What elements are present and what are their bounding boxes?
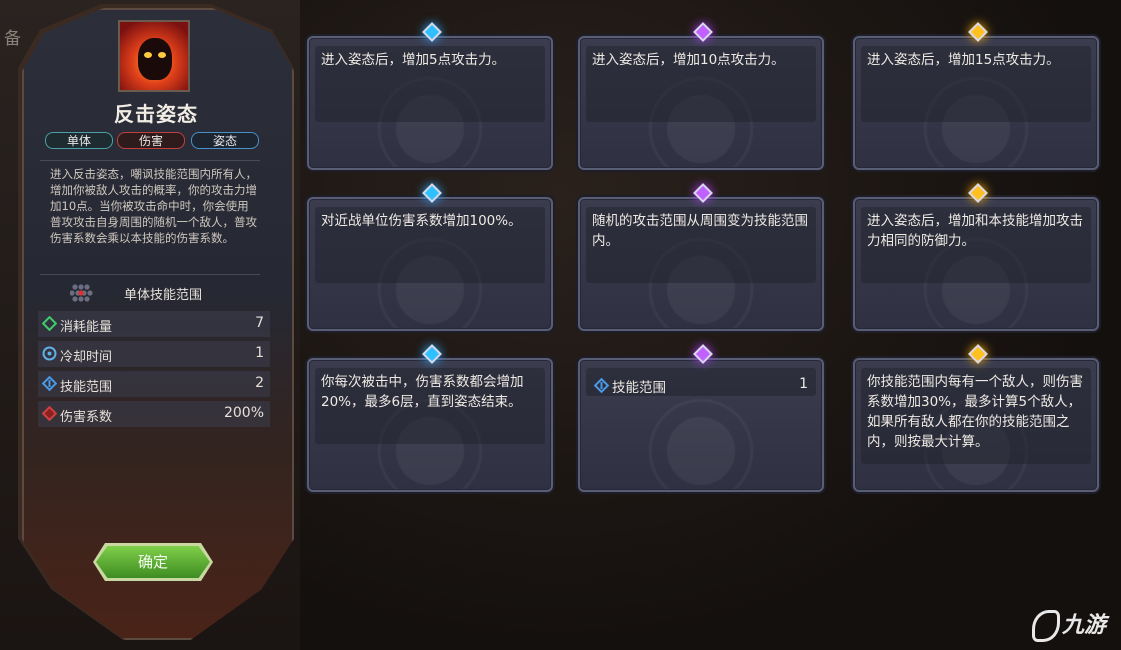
range-icon bbox=[42, 376, 57, 391]
stat-value: 200% bbox=[223, 405, 264, 421]
upgrade-text: 你每次被击中，伤害系数都会增加20%，最多6层，直到姿态结束。 bbox=[321, 374, 524, 410]
upgrade-stat-value: 1 bbox=[799, 376, 808, 392]
upgrade-card[interactable]: 对近战单位伤害系数增加100%。 bbox=[307, 197, 553, 331]
stat-value: 7 bbox=[255, 315, 264, 331]
upgrade-card[interactable]: 进入姿态后，增加5点攻击力。 bbox=[307, 36, 553, 170]
upgrade-card[interactable]: 进入姿态后，增加和本技能增加攻击力相同的防御力。 bbox=[853, 197, 1099, 331]
stat-label: 冷却时间 bbox=[60, 350, 113, 365]
watermark-logo: 九游 bbox=[1032, 607, 1106, 642]
range-label: 单体技能范围 bbox=[124, 288, 203, 303]
stat-row-energy: 消耗能量 7 bbox=[38, 311, 270, 337]
tag-stance: 姿态 bbox=[191, 132, 259, 149]
upgrade-card[interactable]: 随机的攻击范围从周围变为技能范围内。 bbox=[578, 197, 824, 331]
cooldown-icon bbox=[42, 346, 57, 361]
upgrade-text: 进入姿态后，增加10点攻击力。 bbox=[592, 52, 785, 68]
range-icon bbox=[594, 378, 609, 393]
stat-row-damage: 伤害系数 200% bbox=[38, 401, 270, 427]
damage-icon bbox=[42, 406, 57, 421]
upgrade-card[interactable]: 你技能范围内每有一个敌人，则伤害系数增加30%，最多计算5个敌人，如果所有敌人都… bbox=[853, 358, 1099, 492]
stat-label: 消耗能量 bbox=[60, 320, 113, 335]
hex-range-icon bbox=[70, 284, 93, 302]
energy-icon bbox=[42, 316, 57, 331]
background-menu-text: 备 bbox=[4, 29, 21, 49]
confirm-button[interactable]: 确定 bbox=[96, 546, 210, 578]
upgrade-card[interactable]: 进入姿态后，增加10点攻击力。 bbox=[578, 36, 824, 170]
divider bbox=[40, 274, 260, 275]
stat-label: 伤害系数 bbox=[60, 410, 113, 425]
upgrade-text: 随机的攻击范围从周围变为技能范围内。 bbox=[592, 213, 808, 249]
tag-single: 单体 bbox=[45, 132, 113, 149]
stat-value: 2 bbox=[255, 375, 264, 391]
upgrade-stat-label: 技能范围 bbox=[612, 380, 666, 396]
tag-damage: 伤害 bbox=[117, 132, 185, 149]
stat-row-cooldown: 冷却时间 1 bbox=[38, 341, 270, 367]
upgrade-text: 进入姿态后，增加15点攻击力。 bbox=[867, 52, 1060, 68]
upgrade-text: 对近战单位伤害系数增加100%。 bbox=[321, 213, 522, 229]
stat-label: 技能范围 bbox=[60, 380, 113, 395]
upgrade-card[interactable]: 你每次被击中，伤害系数都会增加20%，最多6层，直到姿态结束。 bbox=[307, 358, 553, 492]
skill-description: 进入反击姿态，嘲讽技能范围内所有人，增加你被敌人攻击的概率，你的攻击力增加10点… bbox=[50, 167, 257, 245]
logo-icon bbox=[1032, 610, 1060, 642]
skill-portrait bbox=[118, 20, 190, 92]
divider bbox=[40, 160, 260, 161]
upgrade-text: 进入姿态后，增加和本技能增加攻击力相同的防御力。 bbox=[867, 213, 1083, 249]
skill-title: 反击姿态 bbox=[114, 102, 198, 126]
upgrade-card[interactable]: 技能范围 1 bbox=[578, 358, 824, 492]
upgrade-card[interactable]: 进入姿态后，增加15点攻击力。 bbox=[853, 36, 1099, 170]
flame-demon-icon bbox=[138, 38, 172, 80]
stat-row-range: 技能范围 2 bbox=[38, 371, 270, 397]
upgrade-text: 你技能范围内每有一个敌人，则伤害系数增加30%，最多计算5个敌人，如果所有敌人都… bbox=[867, 374, 1083, 450]
upgrade-text: 进入姿态后，增加5点攻击力。 bbox=[321, 52, 506, 68]
stat-value: 1 bbox=[255, 345, 264, 361]
range-row: 单体技能范围 bbox=[70, 283, 260, 303]
